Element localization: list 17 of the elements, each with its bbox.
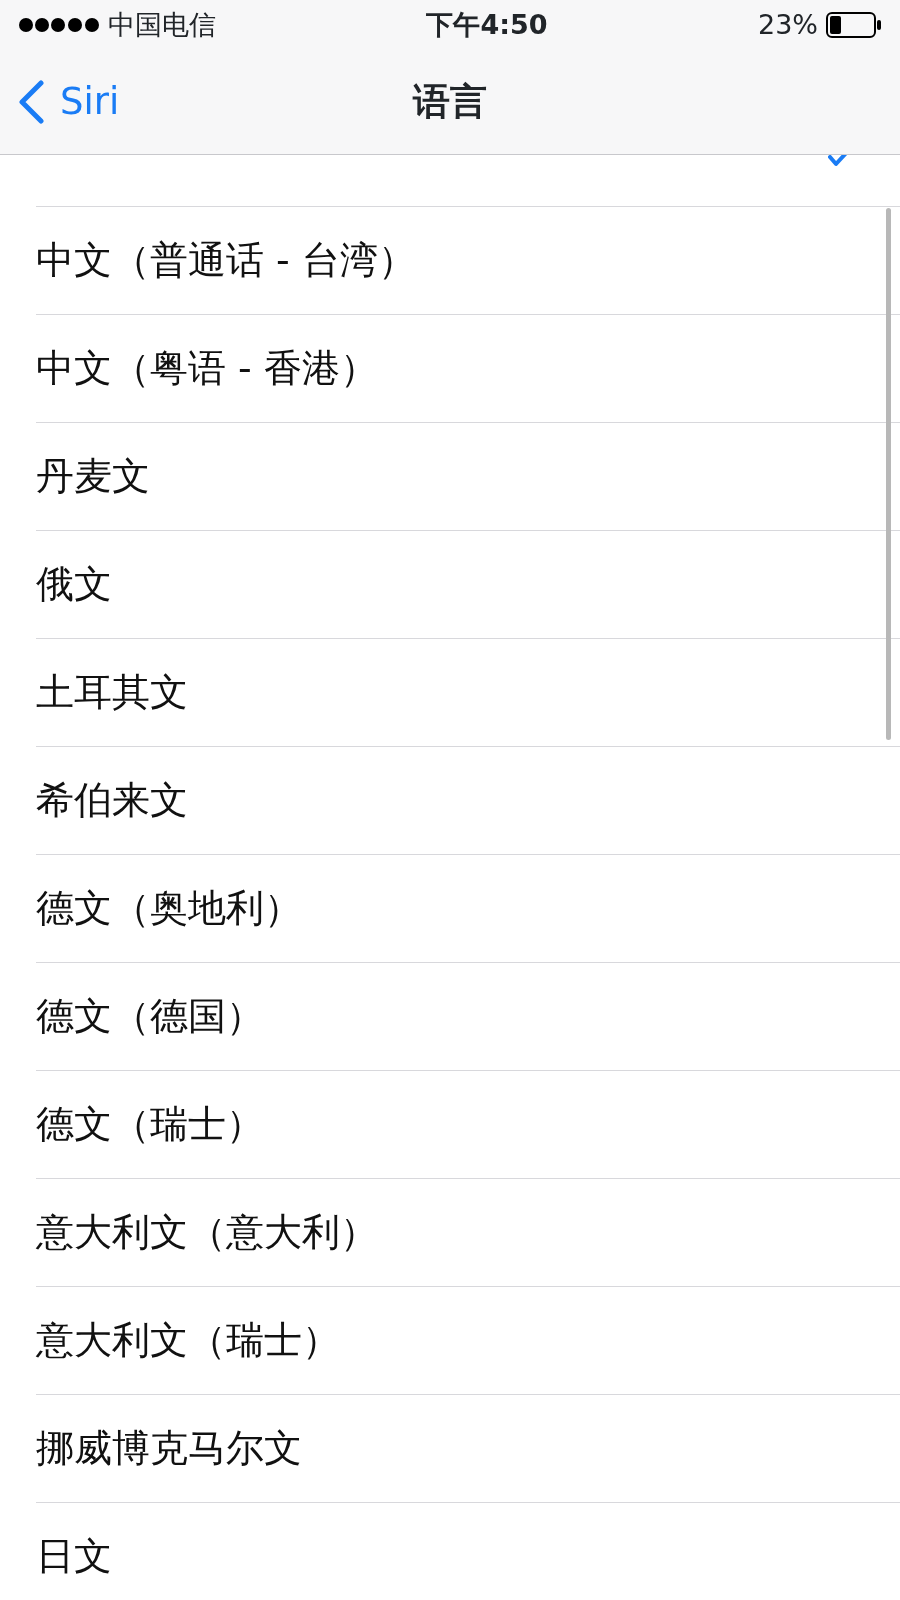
language-row[interactable]: 意大利文（意大利）: [36, 1179, 900, 1287]
signal-icon: [18, 17, 100, 33]
language-row[interactable]: 日文: [36, 1503, 900, 1600]
clock-time: 下午4:50: [426, 7, 548, 42]
language-row[interactable]: 德文（瑞士）: [36, 1071, 900, 1179]
language-row[interactable]: 意大利文（瑞士）: [36, 1287, 900, 1395]
language-row[interactable]: 德文（奥地利）: [36, 855, 900, 963]
battery-icon: [826, 12, 882, 38]
back-button[interactable]: Siri: [0, 74, 120, 130]
battery-percent: 23%: [758, 7, 818, 42]
language-row[interactable]: 希伯来文: [36, 747, 900, 855]
language-row[interactable]: [36, 155, 900, 207]
language-row[interactable]: 挪威博克马尔文: [36, 1395, 900, 1503]
carrier-name: 中国电信: [108, 7, 216, 42]
page-title: 语言: [413, 80, 487, 124]
back-chevron-icon: [18, 80, 44, 124]
language-row[interactable]: 德文（德国）: [36, 963, 900, 1071]
